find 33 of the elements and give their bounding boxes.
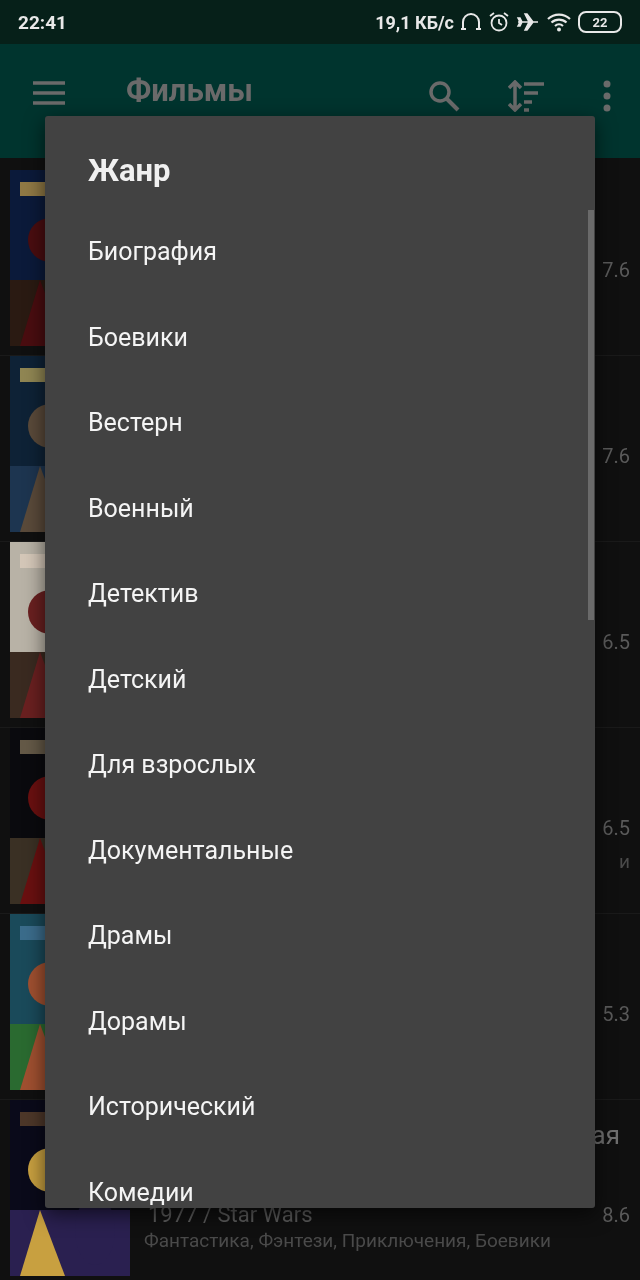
genre-option[interactable]: Детектив [88,579,199,665]
genre-option[interactable]: Комедии [88,1177,194,1208]
search-icon[interactable] [428,80,460,112]
toolbar-title: Фильмы [126,72,253,109]
movie-genres: и [619,850,630,873]
movie-rating: 6.5 [602,816,630,840]
genre-option[interactable]: Драмы [88,921,173,1007]
battery-indicator: 22 [578,11,622,33]
clock-time: 22:41 [18,10,67,34]
movie-rating: 7.6 [602,444,630,468]
genre-option[interactable]: Вестерн [88,408,183,494]
wifi-icon [546,11,572,33]
genre-option[interactable]: Для взрослых [88,750,256,836]
dialog-title: Жанр [88,152,171,189]
alarm-icon [488,11,510,33]
genre-option[interactable]: Исторический [88,1092,256,1178]
network-speed: 19,1 КБ/с [375,11,454,33]
movie-rating: 7.6 [602,258,630,282]
sort-icon[interactable] [508,80,546,112]
menu-icon[interactable] [32,80,66,106]
headphones-icon [460,12,482,32]
more-options-icon[interactable] [602,80,612,112]
movie-rating: 8.6 [602,1203,630,1227]
genre-option[interactable]: Детский [88,664,187,750]
movie-rating: 5.3 [602,1002,630,1026]
genre-option[interactable]: Боевики [88,322,188,408]
genre-option[interactable]: Дорамы [88,1006,187,1092]
movie-genres: Фантастика, Фэнтези, Приключения, Боевики [144,1229,552,1252]
genre-option[interactable]: Биография [88,237,217,323]
genre-option[interactable]: Документальные [88,835,294,921]
genre-option[interactable]: Военный [88,493,194,579]
airplane-icon [516,11,540,33]
movie-rating: 6.5 [602,630,630,654]
